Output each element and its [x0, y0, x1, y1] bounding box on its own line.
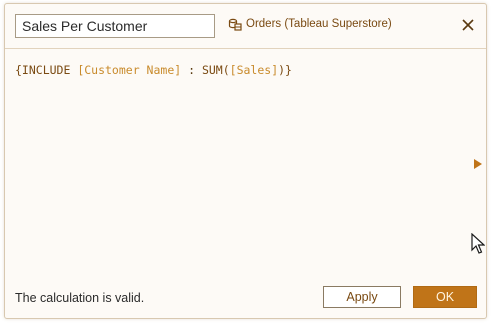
validation-status: The calculation is valid. [15, 291, 145, 305]
datasource-label: Orders (Tableau Superstore) [246, 18, 392, 30]
apply-button[interactable]: Apply [323, 286, 401, 308]
mouse-cursor-icon [471, 233, 485, 254]
calculation-name-input[interactable] [15, 14, 215, 38]
formula-token-func: SUM( [201, 63, 230, 77]
formula-token-func: )} [278, 63, 292, 77]
formula-token-func: {INCLUDE [15, 63, 78, 77]
formula-token-field: [Customer Name] [77, 63, 182, 77]
close-button[interactable] [460, 17, 476, 33]
datasource-icon [228, 17, 242, 31]
expand-panel-button[interactable] [474, 156, 482, 169]
ok-button[interactable]: OK [413, 286, 477, 308]
calculation-dialog: Orders (Tableau Superstore) {INCLUDE [Cu… [4, 3, 487, 319]
dialog-header: Orders (Tableau Superstore) [5, 4, 486, 49]
datasource-link[interactable]: Orders (Tableau Superstore) [228, 17, 392, 31]
formula-editor[interactable]: {INCLUDE [Customer Name] : SUM([Sales])} [15, 62, 455, 262]
close-icon [462, 19, 474, 31]
chevron-right-icon [474, 159, 482, 169]
formula-token-field: [Sales] [229, 63, 279, 77]
formula-token-op: : [181, 63, 202, 77]
